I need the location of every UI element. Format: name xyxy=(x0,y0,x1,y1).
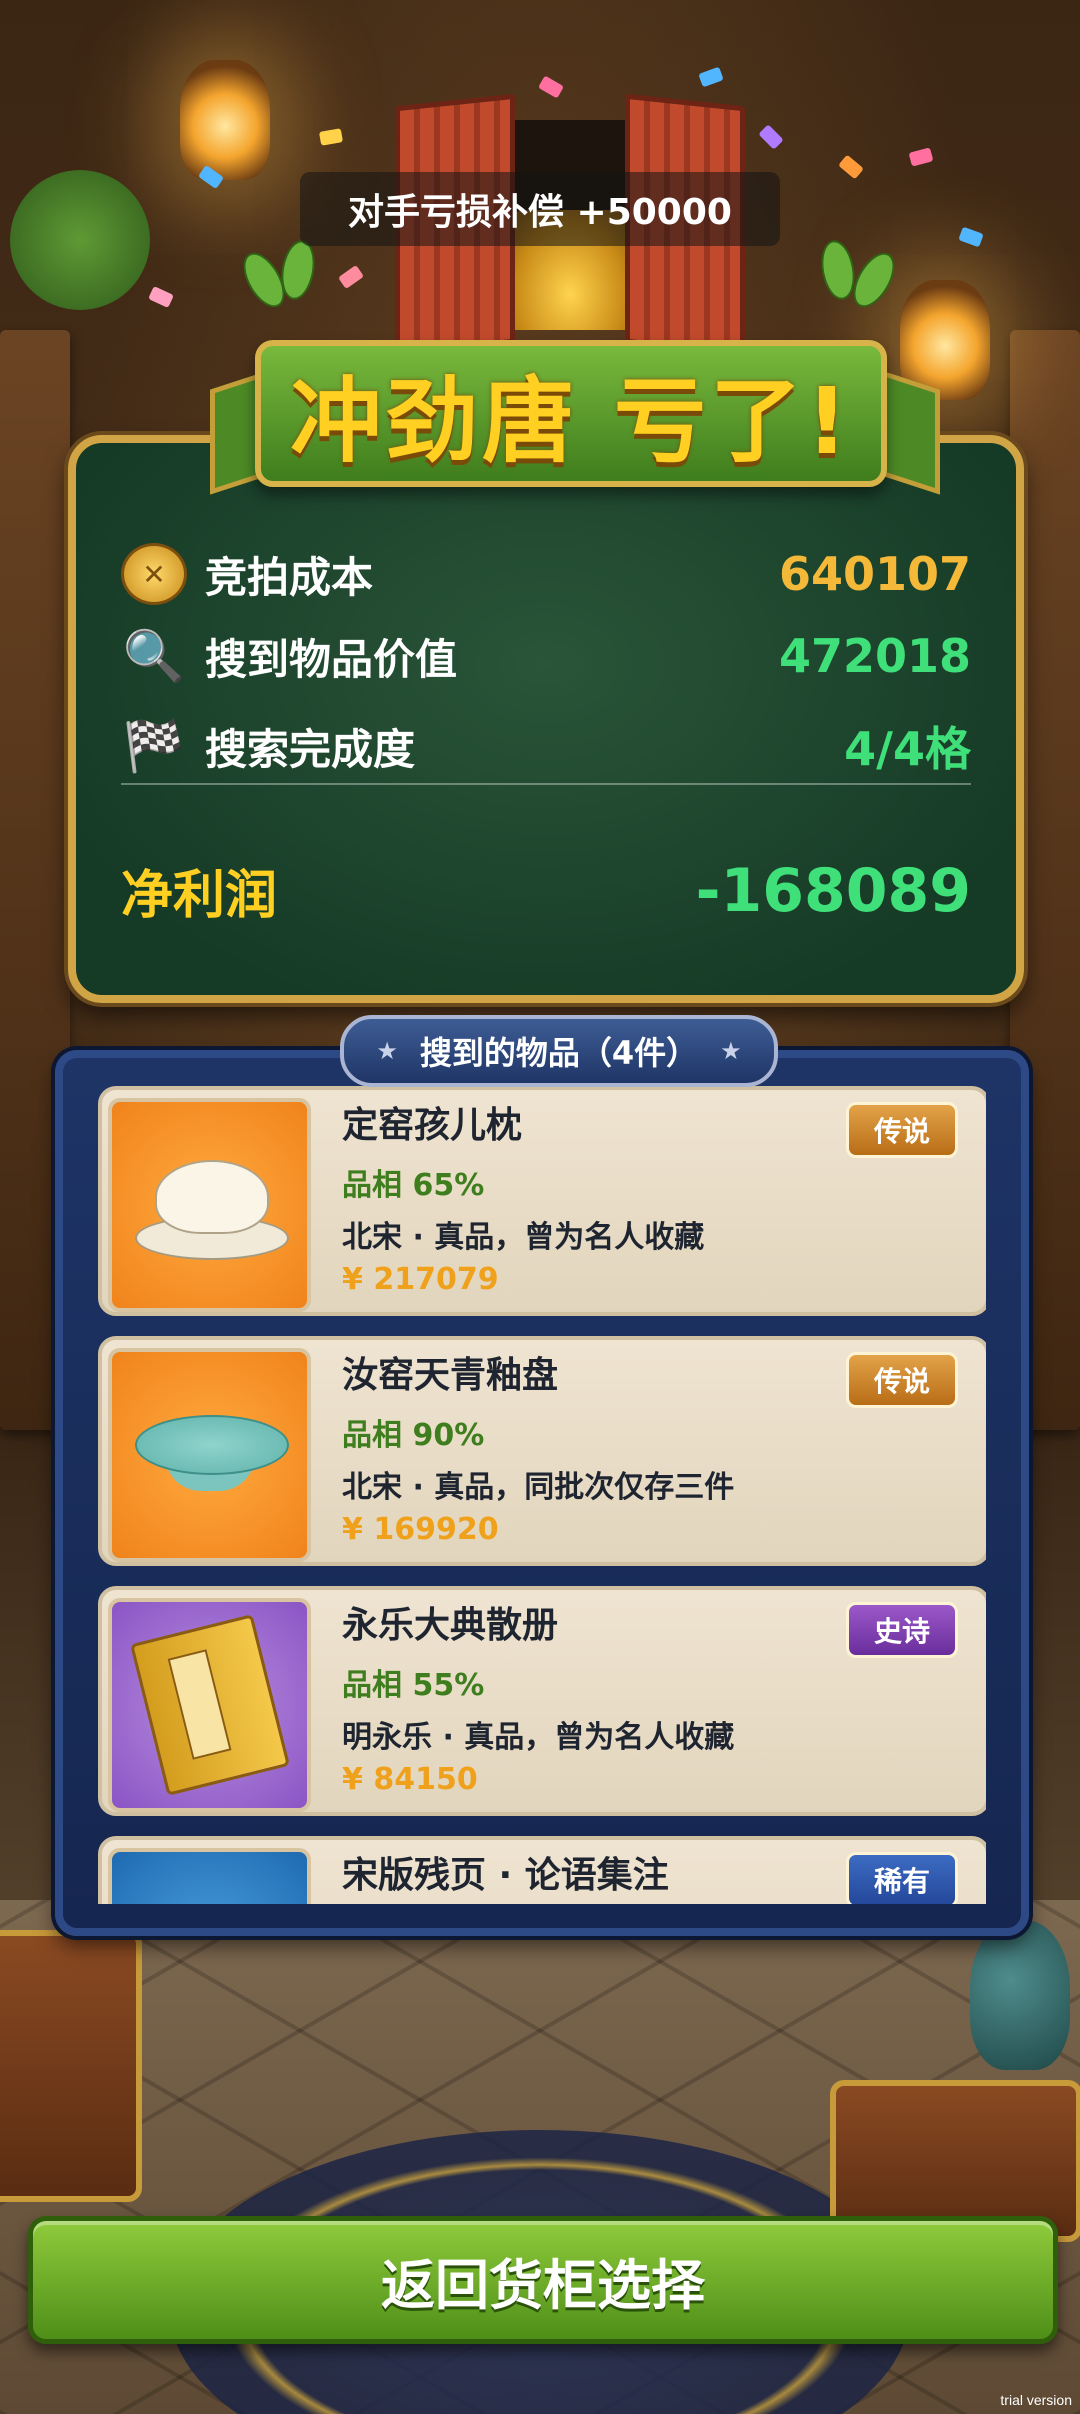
compensation-banner: 对手亏损补偿 +50000 xyxy=(300,172,780,246)
rarity-badge: 传说 xyxy=(846,1352,958,1408)
item-thumbnail xyxy=(108,1098,311,1312)
result-title: 冲劲唐 亏了! xyxy=(290,368,852,475)
item-price: ¥ 84150 xyxy=(342,1762,478,1797)
result-stats-board: ✕ 竞拍成本 640107 🔍 搜到物品价值 472018 🏁 搜索完成度 4/… xyxy=(68,435,1024,1003)
coins-icon: ✕ xyxy=(121,543,187,605)
book-volume-icon xyxy=(129,1614,290,1796)
checkered-flag-icon: 🏁 xyxy=(122,716,186,775)
confetti xyxy=(318,128,344,146)
item-thumbnail xyxy=(108,1598,311,1812)
watermark: trial version xyxy=(1000,2392,1072,2408)
item-condition: 品相 65% xyxy=(342,1168,485,1203)
stat-value-found: 472018 xyxy=(778,629,971,683)
net-profit-label: 净利润 xyxy=(121,866,278,926)
confetti xyxy=(337,264,365,290)
stat-label: 搜到物品价值 xyxy=(205,634,458,684)
item-card[interactable]: 定窑孩儿枕 品相 65% 北宋 · 真品，曾为名人收藏 ¥ 217079 传说 xyxy=(98,1086,986,1316)
confetti xyxy=(908,147,934,167)
vase-decoration xyxy=(970,1920,1070,2070)
stat-label: 搜索完成度 xyxy=(205,724,416,774)
confetti xyxy=(148,286,174,308)
divider xyxy=(121,783,971,785)
item-card[interactable]: 永乐大典散册 品相 55% 明永乐 · 真品，曾为名人收藏 ¥ 84150 史诗 xyxy=(98,1586,986,1816)
confetti xyxy=(537,75,565,99)
stat-label: 竞拍成本 xyxy=(205,552,374,602)
star-icon: ★ xyxy=(376,1037,398,1065)
porcelain-child-pillow-icon xyxy=(134,1150,289,1260)
confetti xyxy=(758,124,784,150)
item-description: 北宋 · 真品，曾为名人收藏 xyxy=(342,1220,705,1255)
stacked-chests-left xyxy=(0,1930,142,2202)
confetti xyxy=(838,154,864,180)
item-name: 定窑孩儿枕 xyxy=(342,1105,523,1146)
hanging-lantern-left xyxy=(180,60,270,180)
item-condition: 品相 90% xyxy=(342,1418,485,1453)
item-condition: 品相 55% xyxy=(342,1668,485,1703)
item-card[interactable]: 汝窑天青釉盘 品相 90% 北宋 · 真品，同批次仅存三件 ¥ 169920 传… xyxy=(98,1336,986,1566)
stat-row-completion: 🏁 搜索完成度 4/4格 xyxy=(121,713,971,779)
rarity-badge: 史诗 xyxy=(846,1602,958,1658)
item-name: 永乐大典散册 xyxy=(342,1605,559,1646)
rarity-badge: 传说 xyxy=(846,1102,958,1158)
stat-row-cost: ✕ 竞拍成本 640107 xyxy=(121,543,971,605)
item-name: 汝窑天青釉盘 xyxy=(342,1355,559,1396)
item-thumbnail xyxy=(108,1348,311,1562)
rarity-badge: 稀有 xyxy=(846,1852,958,1904)
star-icon: ★ xyxy=(720,1037,742,1065)
items-panel: 定窑孩儿枕 品相 65% 北宋 · 真品，曾为名人收藏 ¥ 217079 传说 … xyxy=(55,1050,1029,1936)
return-to-container-button[interactable]: 返回货柜选择 xyxy=(28,2216,1058,2344)
item-price: ¥ 217079 xyxy=(342,1262,499,1297)
items-list[interactable]: 定窑孩儿枕 品相 65% 北宋 · 真品，曾为名人收藏 ¥ 217079 传说 … xyxy=(98,1086,986,1904)
item-card[interactable]: 宋版残页 · 论语集注 稀有 xyxy=(98,1836,986,1904)
confetti xyxy=(698,66,724,88)
result-ribbon: 冲劲唐 亏了! xyxy=(255,340,887,487)
item-price: ¥ 169920 xyxy=(342,1512,499,1547)
stat-row-found-value: 🔍 搜到物品价值 472018 xyxy=(121,623,971,689)
item-description: 北宋 · 真品，同批次仅存三件 xyxy=(342,1470,735,1505)
item-description: 明永乐 · 真品，曾为名人收藏 xyxy=(342,1720,735,1755)
celadon-plate-icon xyxy=(134,1415,289,1495)
net-profit-value: -168089 xyxy=(695,855,971,926)
items-panel-title: ★ 搜到的物品（4件） ★ xyxy=(340,1015,778,1087)
confetti xyxy=(958,226,984,248)
stat-value-completion: 4/4格 xyxy=(844,722,971,776)
magnifier-icon: 🔍 xyxy=(122,626,186,685)
manuscript-page-icon xyxy=(108,1848,311,1904)
item-name: 宋版残页 · 论语集注 xyxy=(342,1855,669,1896)
stat-row-net-profit: 净利润 -168089 xyxy=(121,853,971,928)
potted-plant xyxy=(10,170,150,310)
stat-value-cost: 640107 xyxy=(778,547,971,601)
